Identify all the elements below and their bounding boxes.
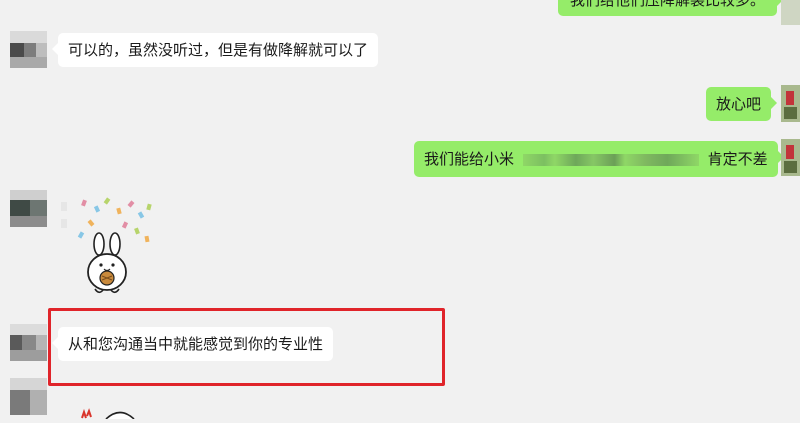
message-text-start: 我们能给小米 — [424, 150, 515, 168]
message-bubble-right[interactable]: 放心吧 — [706, 87, 778, 121]
message-bubble-right-partial[interactable]: 我们给他们压降解装比较多。 — [558, 0, 784, 16]
avatar-contact[interactable] — [10, 190, 47, 227]
message-text-end: 肯定不差 — [707, 150, 768, 168]
message-bubble-right-redacted[interactable]: 我们能给小米 肯定不差 — [414, 141, 784, 177]
message-bubble-left[interactable]: 可以的，虽然没听过，但是有做降解就可以了 — [51, 33, 379, 67]
message-text: 我们给他们压降解装比较多。 — [570, 0, 766, 9]
sticker-partial-icon — [81, 408, 135, 420]
avatar-self[interactable] — [781, 85, 800, 122]
bunny-confetti-icon — [61, 197, 152, 294]
avatar-contact[interactable] — [10, 378, 47, 415]
highlight-box — [48, 308, 445, 386]
avatar-contact[interactable] — [10, 324, 47, 361]
message-text: 放心吧 — [716, 95, 762, 113]
avatar-self[interactable] — [781, 0, 800, 25]
sticker-partial[interactable] — [76, 404, 136, 420]
redacted-blur — [522, 153, 699, 166]
avatar-contact[interactable] — [10, 31, 47, 68]
avatar-self[interactable] — [781, 139, 800, 176]
bunny-confetti-sticker[interactable] — [55, 192, 165, 300]
message-text: 可以的，虽然没听过，但是有做降解就可以了 — [68, 41, 369, 59]
